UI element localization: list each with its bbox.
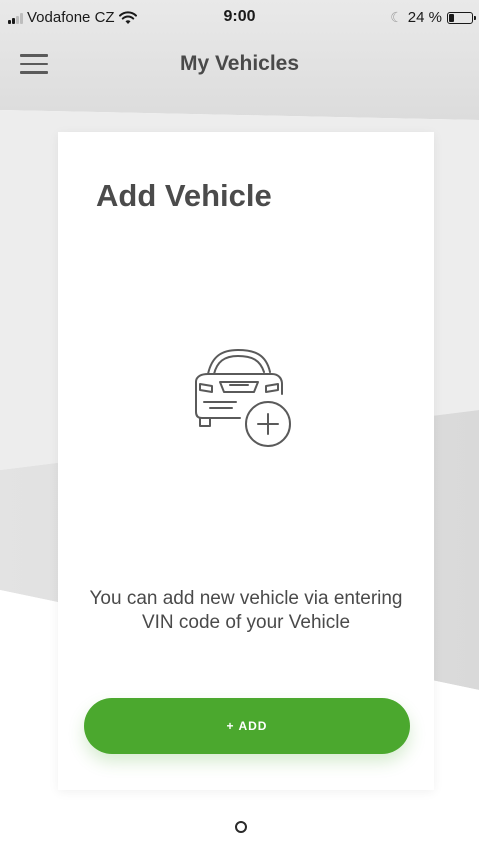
add-vehicle-card: Add Vehicle You can add new vehicle via … bbox=[58, 132, 434, 790]
nav-header: My Vehicles bbox=[0, 40, 479, 88]
moon-icon: ☾ bbox=[390, 9, 403, 25]
status-right: ☾ 24 % bbox=[390, 9, 476, 26]
page-indicator-dot bbox=[235, 821, 247, 833]
car-add-icon bbox=[195, 349, 291, 447]
battery-percentage: 24 % bbox=[407, 9, 442, 26]
app-screen: Vodafone CZ 9:00 ☾ 24 % My Vehicles Add … bbox=[0, 0, 479, 853]
card-title: Add Vehicle bbox=[96, 178, 272, 213]
card-message: You can add new vehicle via entering VIN… bbox=[89, 588, 403, 633]
add-vehicle-button[interactable]: + ADD bbox=[84, 698, 410, 754]
battery-icon bbox=[447, 11, 476, 24]
battery-fill bbox=[449, 13, 454, 22]
page-title: My Vehicles bbox=[179, 52, 300, 75]
status-bar: Vodafone CZ 9:00 ☾ 24 % bbox=[0, 0, 479, 36]
battery-cap bbox=[474, 15, 476, 20]
